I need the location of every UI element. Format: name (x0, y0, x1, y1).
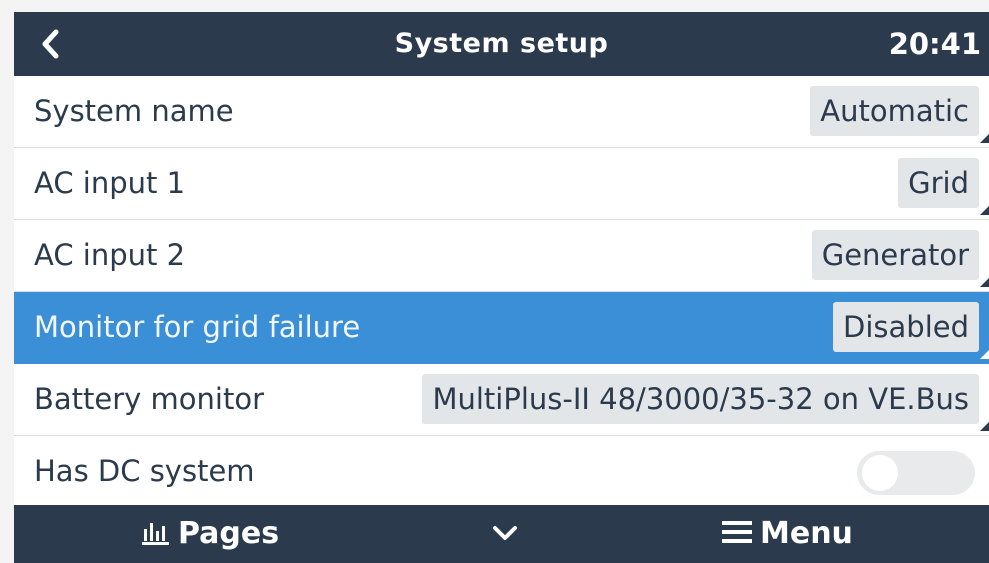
setting-value[interactable]: Generator (811, 230, 979, 280)
dropdown-indicator-icon (980, 134, 989, 143)
dropdown-indicator-icon (980, 350, 989, 359)
toggle-knob (862, 455, 898, 491)
header-bar: System setup 20:41 (14, 12, 989, 76)
setting-value[interactable]: Automatic (810, 86, 979, 136)
setting-label: AC input 1 (34, 166, 186, 200)
pages-button[interactable]: Pages (142, 505, 279, 563)
footer-bar: Pages Menu (14, 505, 989, 563)
setting-label: Battery monitor (34, 382, 265, 416)
bar-chart-icon (142, 522, 169, 545)
dropdown-indicator-icon (980, 422, 989, 431)
setting-row-ac-input-2[interactable]: AC input 2 Generator (14, 220, 989, 292)
setting-row-has-dc-system[interactable]: Has DC system (14, 436, 989, 508)
device-screen: System setup 20:41 System name Automatic… (14, 12, 989, 563)
pages-label: Pages (178, 516, 280, 551)
dropdown-indicator-icon (980, 278, 989, 287)
setting-label: System name (34, 94, 234, 128)
has-dc-system-toggle[interactable] (857, 451, 975, 495)
menu-label: Menu (760, 516, 853, 551)
clock: 20:41 (888, 27, 981, 61)
setting-value[interactable]: MultiPlus-II 48/3000/35-32 on VE.Bus (422, 374, 979, 424)
setting-value[interactable]: Grid (898, 158, 979, 208)
setting-row-battery-monitor[interactable]: Battery monitor MultiPlus-II 48/3000/35-… (14, 364, 989, 436)
setting-label: AC input 2 (34, 238, 186, 272)
hamburger-icon (722, 520, 752, 543)
setting-row-system-name[interactable]: System name Automatic (14, 76, 989, 148)
menu-button[interactable]: Menu (722, 505, 853, 563)
setting-row-monitor-grid-failure[interactable]: Monitor for grid failure Disabled (14, 292, 989, 364)
dropdown-indicator-icon (980, 206, 989, 215)
setting-label: Has DC system (34, 454, 255, 488)
settings-list: System name Automatic AC input 1 Grid AC… (14, 76, 989, 508)
setting-row-ac-input-1[interactable]: AC input 1 Grid (14, 148, 989, 220)
chevron-down-icon (493, 526, 517, 540)
setting-label: Monitor for grid failure (34, 310, 361, 344)
setting-value[interactable]: Disabled (833, 302, 979, 352)
page-title: System setup (394, 28, 609, 59)
scroll-down-button[interactable] (490, 505, 526, 563)
